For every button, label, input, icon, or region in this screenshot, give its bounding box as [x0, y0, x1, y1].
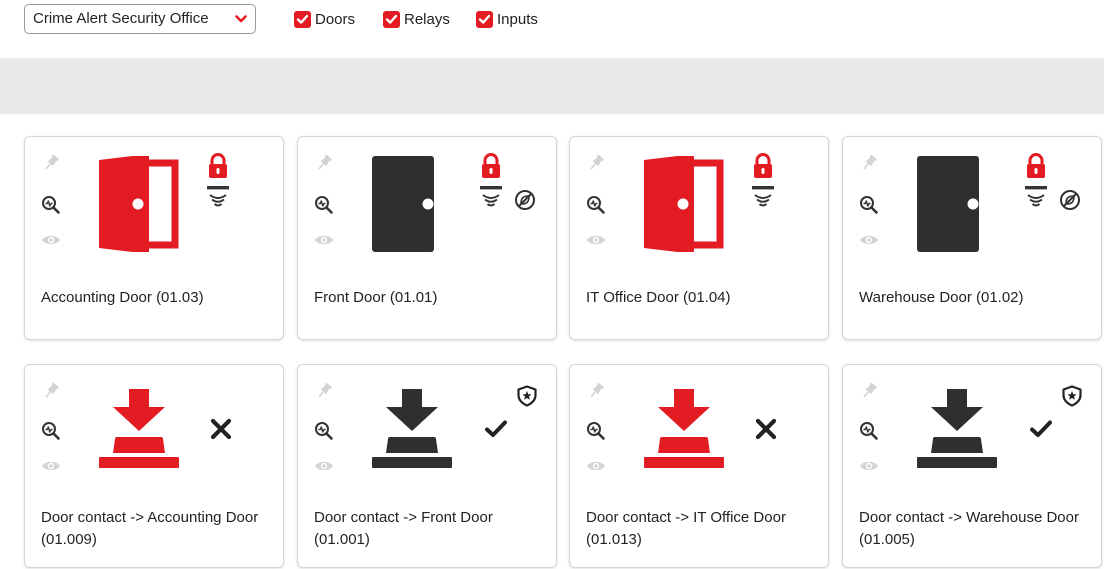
relays-checkbox-label: Relays: [404, 10, 450, 28]
pin-icon[interactable]: [314, 153, 334, 173]
input-card-accounting[interactable]: Door contact -> Accounting Door (01.009): [24, 364, 284, 568]
eye-icon[interactable]: [314, 459, 334, 473]
eye-icon[interactable]: [586, 459, 606, 473]
door-name: IT Office Door (01.04): [586, 289, 731, 306]
input-contact-icon: [917, 389, 997, 468]
pin-icon[interactable]: [41, 381, 61, 401]
inputs-checkbox[interactable]: Inputs: [476, 9, 538, 29]
input-name: Door contact -> Warehouse Door (01.005): [859, 509, 1079, 548]
chevron-down-icon: [235, 15, 247, 23]
lock-icon: [754, 153, 772, 178]
door-name: Front Door (01.01): [314, 289, 438, 306]
reader-icon: [1025, 186, 1047, 207]
reader-icon: [207, 186, 229, 207]
eye-icon[interactable]: [41, 233, 61, 247]
toolbar-panel: [0, 58, 1104, 114]
inspect-icon[interactable]: [314, 195, 334, 215]
door-open-icon: [99, 156, 179, 252]
site-select[interactable]: Crime Alert Security Office: [24, 4, 256, 34]
pin-icon[interactable]: [314, 381, 334, 401]
pin-icon[interactable]: [41, 153, 61, 173]
shield-badge-icon: [1062, 385, 1082, 407]
input-card-it-office[interactable]: Door contact -> IT Office Door (01.013): [569, 364, 829, 568]
input-card-front[interactable]: Door contact -> Front Door (01.001): [297, 364, 557, 568]
checkbox-checked-icon: [383, 10, 400, 28]
door-card-warehouse[interactable]: Warehouse Door (01.02): [842, 136, 1102, 340]
pin-icon[interactable]: [859, 381, 879, 401]
check-icon: [485, 420, 507, 437]
pin-icon[interactable]: [859, 153, 879, 173]
checkbox-checked-icon: [476, 10, 493, 28]
shield-badge-icon: [517, 385, 537, 407]
device-grid: Accounting Door (01.03) Front Door (01.0…: [24, 136, 1104, 569]
pin-icon[interactable]: [586, 153, 606, 173]
door-open-icon: [644, 156, 724, 252]
alarm-disabled-icon: [1060, 190, 1080, 210]
door-name: Warehouse Door (01.02): [859, 289, 1024, 306]
door-closed-icon: [372, 156, 434, 252]
inspect-icon[interactable]: [41, 195, 61, 215]
input-contact-icon: [372, 389, 452, 468]
site-select-value: Crime Alert Security Office: [33, 10, 209, 27]
door-card-it-office[interactable]: IT Office Door (01.04): [569, 136, 829, 340]
input-name: Door contact -> Front Door (01.001): [314, 509, 493, 548]
lock-icon: [1027, 153, 1045, 178]
input-card-warehouse[interactable]: Door contact -> Warehouse Door (01.005): [842, 364, 1102, 568]
input-name: Door contact -> Accounting Door (01.009): [41, 509, 259, 548]
inspect-icon[interactable]: [314, 421, 334, 441]
checkbox-checked-icon: [294, 10, 311, 28]
inspect-icon[interactable]: [859, 195, 879, 215]
inspect-icon[interactable]: [859, 421, 879, 441]
inspect-icon[interactable]: [586, 195, 606, 215]
relays-checkbox[interactable]: Relays: [383, 9, 450, 29]
input-contact-icon: [644, 389, 724, 468]
door-name: Accounting Door (01.03): [41, 289, 204, 306]
doors-checkbox-label: Doors: [315, 10, 356, 28]
inspect-icon[interactable]: [41, 421, 61, 441]
close-icon: [210, 418, 232, 440]
reader-icon: [752, 186, 774, 207]
eye-icon[interactable]: [41, 459, 61, 473]
lock-icon: [482, 153, 500, 178]
eye-icon[interactable]: [586, 233, 606, 247]
inputs-checkbox-label: Inputs: [497, 10, 538, 28]
reader-icon: [480, 186, 502, 207]
input-contact-icon: [99, 389, 179, 468]
close-icon: [755, 418, 777, 440]
check-icon: [1030, 420, 1052, 437]
input-name: Door contact -> IT Office Door (01.013): [586, 509, 786, 548]
filter-bar: Crime Alert Security Office Doors Relays…: [0, 0, 1104, 40]
eye-icon[interactable]: [859, 459, 879, 473]
inspect-icon[interactable]: [586, 421, 606, 441]
pin-icon[interactable]: [586, 381, 606, 401]
eye-icon[interactable]: [859, 233, 879, 247]
door-card-front[interactable]: Front Door (01.01): [297, 136, 557, 340]
lock-icon: [209, 153, 227, 178]
door-card-accounting[interactable]: Accounting Door (01.03): [24, 136, 284, 340]
doors-checkbox[interactable]: Doors: [294, 9, 355, 29]
alarm-disabled-icon: [515, 190, 535, 210]
eye-icon[interactable]: [314, 233, 334, 247]
door-closed-icon: [917, 156, 979, 252]
